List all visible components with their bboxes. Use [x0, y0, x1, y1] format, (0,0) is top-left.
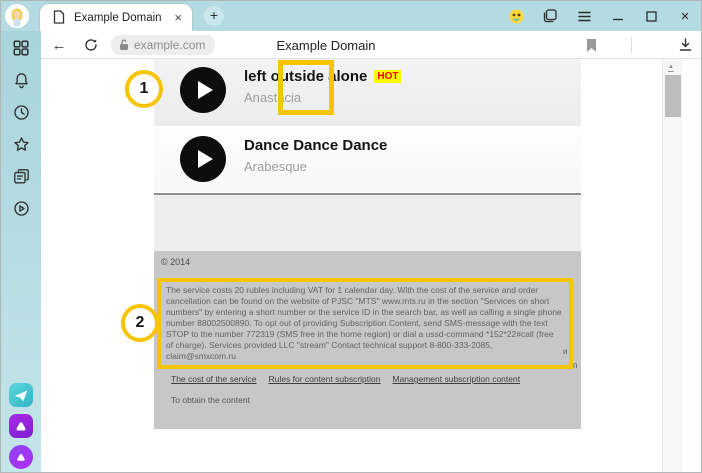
- link-rules-content-subscription[interactable]: Rules for content subscription: [269, 374, 381, 384]
- new-tab-button[interactable]: +: [204, 6, 224, 26]
- reload-button[interactable]: [81, 35, 101, 55]
- track-title: Dance Dance Dance: [244, 137, 387, 154]
- maximize-button[interactable]: [643, 8, 659, 24]
- notifications-bell-icon[interactable]: [10, 69, 32, 91]
- annotation-highlight-box-2: The service costs 20 rubles including VA…: [157, 278, 573, 369]
- stray-character: п: [573, 361, 577, 370]
- bookmarks-star-icon[interactable]: [10, 133, 32, 155]
- tab-close-icon[interactable]: ×: [174, 10, 182, 25]
- hot-badge: HOT: [374, 70, 401, 83]
- window-close-button[interactable]: ×: [677, 8, 693, 24]
- footer-links: The cost of the service Rules for conten…: [171, 374, 520, 384]
- tab-example-domain[interactable]: Example Domain ×: [40, 4, 192, 31]
- minimize-button[interactable]: [610, 8, 626, 24]
- dzen-app-icon[interactable]: [9, 414, 33, 438]
- play-button-track-2[interactable]: [180, 136, 226, 182]
- apps-grid-icon[interactable]: [10, 37, 32, 59]
- tab-bar: Example Domain × +: [1, 1, 702, 31]
- track-artist: Arabesque: [244, 159, 307, 174]
- callout-number-1: 1: [125, 70, 163, 108]
- back-button[interactable]: ←: [49, 35, 69, 55]
- url-text: example.com: [134, 38, 205, 52]
- browser-sidebar: [1, 31, 41, 473]
- bookmark-icon[interactable]: [581, 35, 601, 55]
- empty-section: [154, 195, 581, 251]
- video-play-icon[interactable]: [10, 197, 32, 219]
- play-triangle-icon: [198, 150, 213, 168]
- toolbar-divider: [631, 37, 632, 53]
- page-footer: © 2014 The service costs 20 rubles inclu…: [154, 251, 581, 429]
- document-icon: [53, 10, 65, 24]
- emoji-face-icon: [509, 9, 524, 24]
- lock-icon: [119, 39, 129, 51]
- tab-title: Example Domain: [74, 12, 162, 24]
- copyright-text: © 2014: [161, 257, 190, 267]
- collections-icon[interactable]: [10, 165, 32, 187]
- menu-icon[interactable]: [576, 8, 592, 24]
- link-management-subscription[interactable]: Management subscription content: [393, 374, 521, 384]
- user-profile-emoji[interactable]: [508, 8, 524, 24]
- messenger-icon[interactable]: [9, 383, 33, 407]
- play-button-track-1[interactable]: [180, 67, 226, 113]
- profile-avatar[interactable]: [5, 4, 29, 28]
- page-viewport: left outside alone HOT Anastacia Dance D…: [41, 59, 682, 473]
- browser-window: Example Domain × +: [0, 0, 702, 473]
- callout-number-2: 2: [121, 304, 159, 342]
- track-row-1[interactable]: left outside alone HOT Anastacia: [154, 59, 581, 126]
- obtain-content-text: To obtain the content: [171, 395, 250, 405]
- track-row-2[interactable]: Dance Dance Dance Arabesque: [154, 128, 581, 192]
- tab-panels-icon[interactable]: [542, 8, 558, 24]
- stray-character: и: [563, 347, 567, 356]
- history-clock-icon[interactable]: [10, 101, 32, 123]
- scroll-up-arrow[interactable]: ▲: [668, 64, 674, 72]
- navigation-toolbar: ← example.com Example Domain: [41, 31, 702, 59]
- scrollbar-thumb[interactable]: [665, 75, 681, 117]
- alice-assistant-icon[interactable]: [9, 445, 33, 469]
- girl-avatar-icon: [5, 4, 29, 28]
- link-cost-of-service[interactable]: The cost of the service: [171, 374, 257, 384]
- legal-text: The service costs 20 rubles including VA…: [166, 285, 562, 362]
- download-icon[interactable]: [675, 35, 695, 55]
- play-triangle-icon: [198, 81, 213, 99]
- scrollbar[interactable]: ▲: [662, 59, 682, 473]
- address-bar[interactable]: example.com: [111, 35, 215, 55]
- annotation-highlight-box-1: [278, 60, 334, 115]
- omnibox-page-title: Example Domain: [241, 38, 411, 53]
